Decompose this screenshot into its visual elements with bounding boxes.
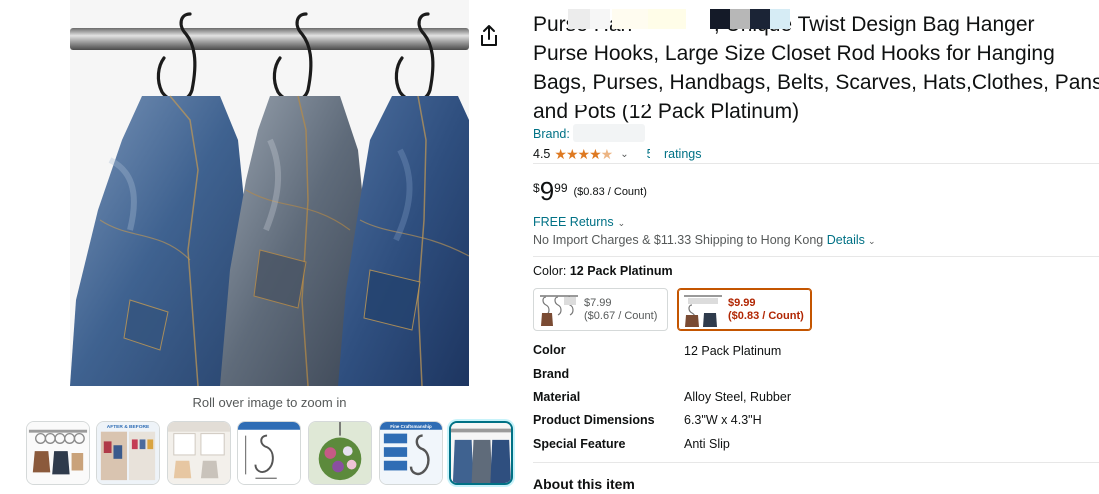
- spec-key-brand: Brand: [533, 367, 570, 381]
- price-fraction: 99: [554, 181, 568, 195]
- free-returns-label: FREE Returns: [533, 215, 614, 229]
- thumbnail-7[interactable]: [449, 421, 513, 485]
- thumbnail-6[interactable]: Fine Craftsmanship: [379, 421, 443, 485]
- thumbnail-2[interactable]: AFTER & BEFORE: [96, 421, 160, 485]
- divider: [533, 256, 1099, 257]
- chevron-down-icon[interactable]: ⌄: [620, 149, 628, 160]
- swatch-hooks-icon: [684, 294, 722, 327]
- color-label: Color:: [533, 264, 567, 278]
- free-returns-link[interactable]: FREE Returns ⌄: [533, 215, 625, 229]
- spec-key-material: Material: [533, 390, 581, 404]
- redaction-block: [770, 9, 790, 29]
- star-rating-icon[interactable]: ★★★★★: [554, 146, 613, 163]
- price: $ 9 99 ($0.83 / Count): [533, 178, 647, 204]
- unit-price: ($0.83 / Count): [573, 186, 647, 198]
- divider: [533, 163, 1099, 164]
- redaction-block: [750, 9, 770, 29]
- zoom-hint: Roll over image to zoom in: [192, 395, 347, 410]
- divider: [533, 462, 1099, 463]
- spec-value-color: 12 Pack Platinum: [684, 344, 782, 355]
- redaction-block: [620, 97, 648, 105]
- brand-link[interactable]: Brand:: [533, 127, 570, 141]
- swatch-price: $7.99: [584, 296, 612, 309]
- redaction-block: [590, 9, 610, 29]
- fine-craftsmanship-caption: Fine Craftsmanship: [390, 424, 432, 429]
- redaction-block: [648, 9, 686, 29]
- spec-value-material: Alloy Steel, Rubber: [684, 390, 792, 404]
- redaction-block: [612, 9, 648, 29]
- chevron-down-icon: ⌄: [617, 218, 626, 228]
- chevron-down-icon: ⌄: [867, 236, 876, 246]
- price-whole: 9: [539, 176, 555, 206]
- closet-use-thumb-icon: [168, 422, 230, 484]
- thumbnail-5[interactable]: [308, 421, 372, 485]
- spec-value-dimensions: 6.3"W x 4.3"H: [684, 413, 762, 427]
- color-value: 12 Pack Platinum: [569, 264, 673, 278]
- swatch-unit-price: ($0.67 / Count): [584, 309, 658, 322]
- redaction-block: [710, 9, 730, 29]
- shipping-text: No Import Charges & $11.33 Shipping to H…: [533, 233, 824, 247]
- dimensions-thumb-icon: [238, 422, 300, 484]
- hooks-with-bags-thumb-icon: [27, 422, 89, 484]
- jeans-on-hooks-thumb-icon: [451, 423, 511, 483]
- redaction-block: [730, 9, 750, 29]
- price-symbol: $: [533, 181, 540, 195]
- spec-value-special-feature: Anti Slip: [684, 437, 730, 451]
- thumbnail-4[interactable]: [237, 421, 301, 485]
- spec-key-dimensions: Product Dimensions: [533, 413, 655, 427]
- rating-value: 4.5: [533, 147, 551, 161]
- hanging-plant-thumb-icon: [309, 422, 371, 484]
- product-title-rest: Purse Hooks, Large Size Closet Rod Hooks…: [533, 42, 1099, 123]
- color-swatch-option-1[interactable]: $7.99 ($0.67 / Count): [533, 288, 668, 331]
- thumbnail-3[interactable]: [167, 421, 231, 485]
- main-product-image[interactable]: [70, 0, 469, 386]
- share-icon[interactable]: [478, 24, 500, 48]
- before-after-caption: AFTER & BEFORE: [107, 424, 150, 430]
- fine-craftsmanship-thumb-icon: Fine Craftsmanship: [380, 422, 442, 484]
- thumbnail-1[interactable]: [26, 421, 90, 485]
- redaction-block: [650, 145, 662, 161]
- spec-key-special-feature: Special Feature: [533, 437, 626, 451]
- shipping-details-link[interactable]: Details: [827, 233, 865, 247]
- about-this-item-heading: About this item: [533, 476, 635, 492]
- swatch-price: $9.99: [728, 296, 756, 309]
- before-after-thumb-icon: AFTER & BEFORE: [97, 422, 159, 484]
- swatch-hooks-icon: [540, 294, 578, 326]
- color-swatch-option-2[interactable]: $9.99 ($0.83 / Count): [677, 288, 812, 331]
- jeans-on-hooks-photo: [70, 0, 469, 386]
- color-selector-label: Color: 12 Pack Platinum: [533, 264, 673, 278]
- redaction-block: [575, 97, 605, 105]
- rating-row: 4.5 ★★★★★ ⌄ 58 ratings: [533, 145, 702, 163]
- swatch-unit-price: ($0.83 / Count): [728, 309, 804, 322]
- redaction-block: [568, 9, 590, 29]
- shipping-info: No Import Charges & $11.33 Shipping to H…: [533, 233, 875, 247]
- spec-key-color: Color: [533, 343, 566, 357]
- redaction-block: [573, 124, 645, 142]
